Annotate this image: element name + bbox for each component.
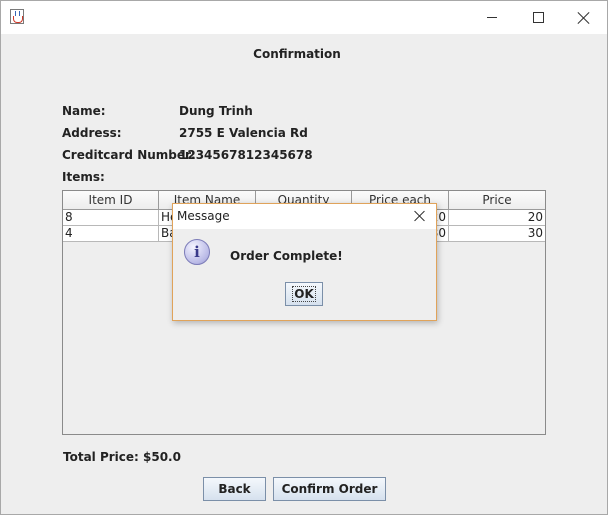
minimize-button[interactable]: [469, 1, 515, 34]
cell-item-id[interactable]: 8: [63, 210, 159, 226]
information-icon: i: [184, 239, 210, 265]
back-button[interactable]: Back: [203, 477, 266, 501]
cell-price[interactable]: 20: [449, 210, 545, 226]
cell-item-id[interactable]: 4: [63, 226, 159, 242]
column-header-item-id[interactable]: Item ID: [63, 191, 159, 210]
total-price-label: Total Price:: [63, 450, 139, 464]
column-header-price[interactable]: Price: [449, 191, 545, 210]
name-value: Dung Trinh: [179, 104, 253, 118]
dialog-close-icon[interactable]: [413, 210, 425, 222]
ok-button[interactable]: OK: [285, 282, 323, 306]
close-window-button[interactable]: [561, 1, 607, 34]
close-icon: [578, 12, 590, 24]
app-window: Confirmation Name: Dung Trinh Address: 2…: [0, 0, 608, 515]
message-dialog: Message i Order Complete! OK: [172, 203, 437, 321]
java-app-icon: [10, 9, 24, 24]
dialog-title-bar[interactable]: Message: [173, 204, 436, 229]
confirm-order-button[interactable]: Confirm Order: [273, 477, 386, 501]
minimize-icon: [487, 17, 497, 18]
items-label: Items:: [62, 170, 105, 184]
creditcard-value: 1234567812345678: [179, 148, 313, 162]
ok-button-label: OK: [292, 286, 316, 302]
address-value: 2755 E Valencia Rd: [179, 126, 308, 140]
name-label: Name:: [62, 104, 106, 118]
address-label: Address:: [62, 126, 122, 140]
cell-price[interactable]: 30: [449, 226, 545, 242]
page-title: Confirmation: [253, 47, 341, 61]
maximize-icon: [532, 12, 544, 23]
title-bar[interactable]: [1, 1, 607, 34]
dialog-title: Message: [177, 209, 230, 223]
total-price-value: $50.0: [143, 450, 181, 464]
dialog-message: Order Complete!: [230, 249, 343, 263]
maximize-button[interactable]: [515, 1, 561, 34]
creditcard-label: Creditcard Number:: [62, 148, 196, 162]
